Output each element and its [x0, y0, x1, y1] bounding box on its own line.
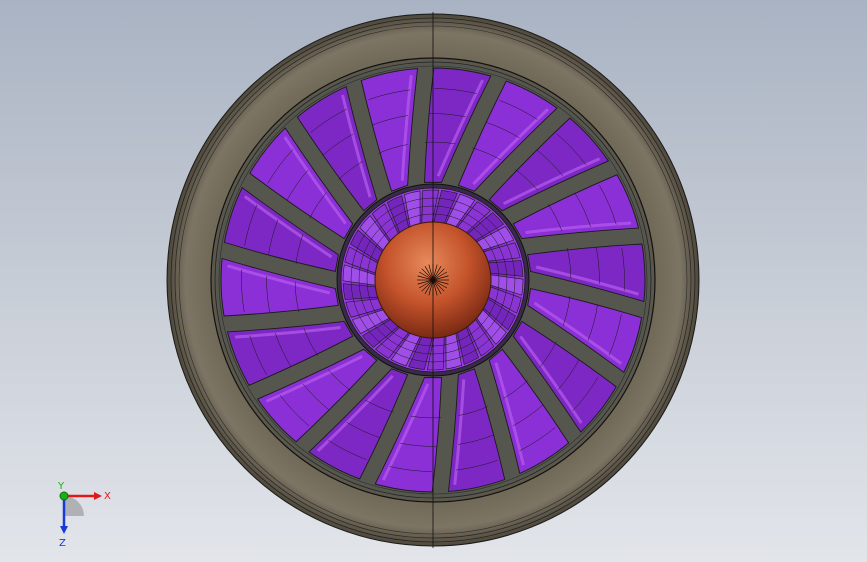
z-axis-arrowhead [60, 526, 68, 534]
z-axis-label: Z [59, 538, 66, 549]
x-axis-arrowhead [94, 492, 102, 500]
x-axis-label: X [104, 491, 111, 502]
fan-model-view[interactable] [0, 0, 867, 562]
y-axis-dot [59, 491, 69, 501]
orientation-triad[interactable]: X Y Z [40, 480, 120, 550]
y-axis-label: Y [57, 481, 65, 492]
graphics-viewport[interactable]: X Y Z [0, 0, 867, 562]
